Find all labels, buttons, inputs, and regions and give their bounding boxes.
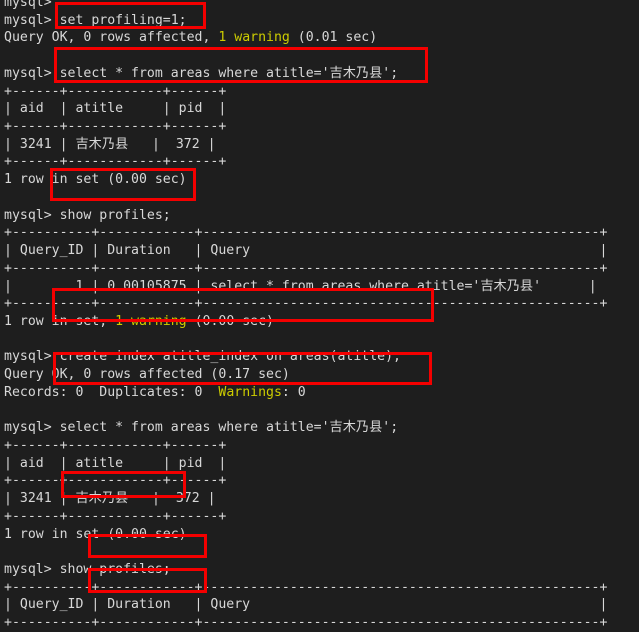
table-row-1: | 3241 | 吉木乃县 | 372 | bbox=[4, 136, 216, 152]
profiles-border-top-1: +----------+------------+---------------… bbox=[4, 225, 608, 241]
command-select-areas-2: mysql> select * from areas where atitle=… bbox=[4, 420, 399, 436]
result-row-count-warning-1: 1 row in set, 1 warning (0.00 sec) bbox=[4, 313, 607, 331]
profiles-border-bottom-1: +----------+------------+---------------… bbox=[4, 296, 608, 312]
profiles-row-1: | 1 | 0.00105875 | select * from areas w… bbox=[4, 278, 597, 294]
table-header-1: | aid | atitle | pid | bbox=[4, 101, 227, 117]
result-records-duplicates-seg-0: Records: 0 Duplicates: 0 bbox=[4, 384, 219, 400]
table-border-bottom-1: +------+------------+------+ bbox=[4, 154, 227, 170]
terminal-screen-buffer: mysql> mysql> set profiling=1; Query OK, 0… bbox=[4, 0, 607, 632]
command-set-profiling: mysql> set profiling=1; bbox=[4, 12, 187, 28]
profiles-border-mid-2: +----------+------------+---------------… bbox=[4, 615, 608, 631]
table-border-bottom-2: +------+------------+------+ bbox=[4, 508, 227, 524]
terminal-window[interactable]: mysql> mysql> set profiling=1; Query OK, 0… bbox=[0, 0, 639, 632]
result-query-ok-index: Query OK, 0 rows affected (0.17 sec) bbox=[4, 367, 290, 383]
table-border-mid-2: +------+------------+------+ bbox=[4, 473, 227, 489]
result-row-count-2: 1 row in set (0.00 sec) bbox=[4, 526, 187, 542]
table-border-top-1: +------+------------+------+ bbox=[4, 83, 227, 99]
result-row-count-1: 1 row in set (0.00 sec) bbox=[4, 172, 187, 188]
result-records-duplicates-seg-1: Warnings bbox=[218, 384, 282, 400]
result-query-ok-seg-1: 1 warning bbox=[218, 30, 290, 46]
command-show-profiles-2: mysql> show profiles; bbox=[4, 562, 171, 577]
result-records-duplicates: Records: 0 Duplicates: 0 Warnings: 0 bbox=[4, 384, 607, 402]
command-show-profiles-1: mysql> show profiles; bbox=[4, 207, 171, 223]
table-border-top-2: +------+------------+------+ bbox=[4, 437, 227, 453]
result-query-ok-seg-2: (0.01 sec) bbox=[289, 30, 378, 46]
profiles-border-mid-1: +----------+------------+---------------… bbox=[4, 260, 608, 276]
result-row-count-warning-1-seg-1: 1 warning bbox=[115, 313, 187, 329]
profiles-border-top-2: +----------+------------+---------------… bbox=[4, 579, 608, 595]
command-select-areas-1: mysql> select * from areas where atitle=… bbox=[4, 65, 399, 81]
table-header-2: | aid | atitle | pid | bbox=[4, 455, 227, 471]
table-border-mid-1: +------+------------+------+ bbox=[4, 119, 227, 135]
result-row-count-warning-1-seg-2: (0.00 sec) bbox=[186, 313, 274, 329]
table-row-2: | 3241 | 吉木乃县 | 372 | bbox=[4, 491, 216, 507]
result-query-ok-seg-0: Query OK, 0 rows affected, bbox=[4, 30, 219, 46]
result-query-ok: Query OK, 0 rows affected, 1 warning (0.… bbox=[4, 29, 607, 47]
profiles-header-2: | Query_ID | Duration | Query | bbox=[4, 597, 608, 613]
profiles-header-1: | Query_ID | Duration | Query | bbox=[4, 243, 608, 259]
result-records-duplicates-seg-2: : 0 bbox=[281, 384, 306, 400]
result-row-count-warning-1-seg-0: 1 row in set, bbox=[4, 313, 116, 329]
command-create-index: mysql> create index atitle_index on area… bbox=[4, 349, 401, 365]
prompt-line-empty: mysql> bbox=[4, 0, 52, 10]
